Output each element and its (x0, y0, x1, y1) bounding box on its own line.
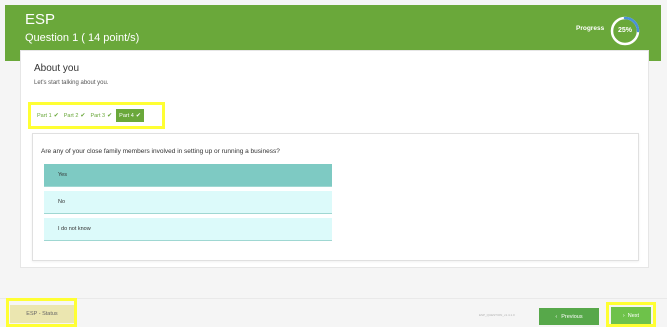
chevron-right-icon: › (622, 312, 625, 319)
answer-option-yes[interactable]: Yes (44, 164, 332, 187)
parts-stepper: Part 1 ✔ Part 2 ✔ Part 3 ✔ Part 4 ✔ (28, 102, 165, 129)
section-subtitle: Let's start talking about you. (34, 80, 109, 86)
check-icon: ✔ (80, 113, 86, 119)
part-label: Part 4 (119, 112, 134, 119)
progress-label: Progress (576, 25, 605, 32)
answer-option-no[interactable]: No (44, 191, 332, 214)
option-label: I do not know (58, 226, 91, 232)
part-tab-3[interactable]: Part 3 ✔ (89, 111, 113, 120)
part-tab-2[interactable]: Part 2 ✔ (63, 111, 87, 120)
footer-divider (0, 298, 667, 299)
version-text: ESP_QUESTION_v1.4.1.0 (479, 313, 515, 317)
app-title: ESP (25, 11, 56, 28)
option-label: Yes (58, 172, 67, 178)
section-title: About you (34, 63, 80, 74)
part-label: Part 1 (37, 112, 52, 119)
check-icon: ✔ (53, 113, 59, 119)
progress-percent: 25% (617, 27, 632, 34)
part-label: Part 2 (63, 112, 79, 119)
part-label: Part 3 (90, 112, 106, 119)
part-tab-1[interactable]: Part 1 ✔ (36, 111, 60, 120)
part-tab-4[interactable]: Part 4 ✔ (116, 109, 144, 122)
next-label: Next (627, 312, 640, 319)
status-button[interactable]: ESP - Status (10, 305, 74, 323)
question-panel: Are any of your close family members inv… (32, 133, 639, 261)
question-subtitle: Question 1 ( 14 point/s) (25, 32, 140, 44)
previous-label: Previous (561, 313, 583, 320)
chevron-left-icon: ‹ (555, 313, 558, 320)
check-icon: ✔ (107, 113, 113, 119)
answer-option-dont-know[interactable]: I do not know (44, 218, 332, 241)
previous-button[interactable]: ‹ Previous (539, 308, 599, 325)
check-icon: ✔ (135, 113, 141, 119)
option-label: No (58, 199, 66, 205)
question-text: Are any of your close family members inv… (41, 148, 280, 155)
next-button[interactable]: › Next (611, 307, 651, 324)
